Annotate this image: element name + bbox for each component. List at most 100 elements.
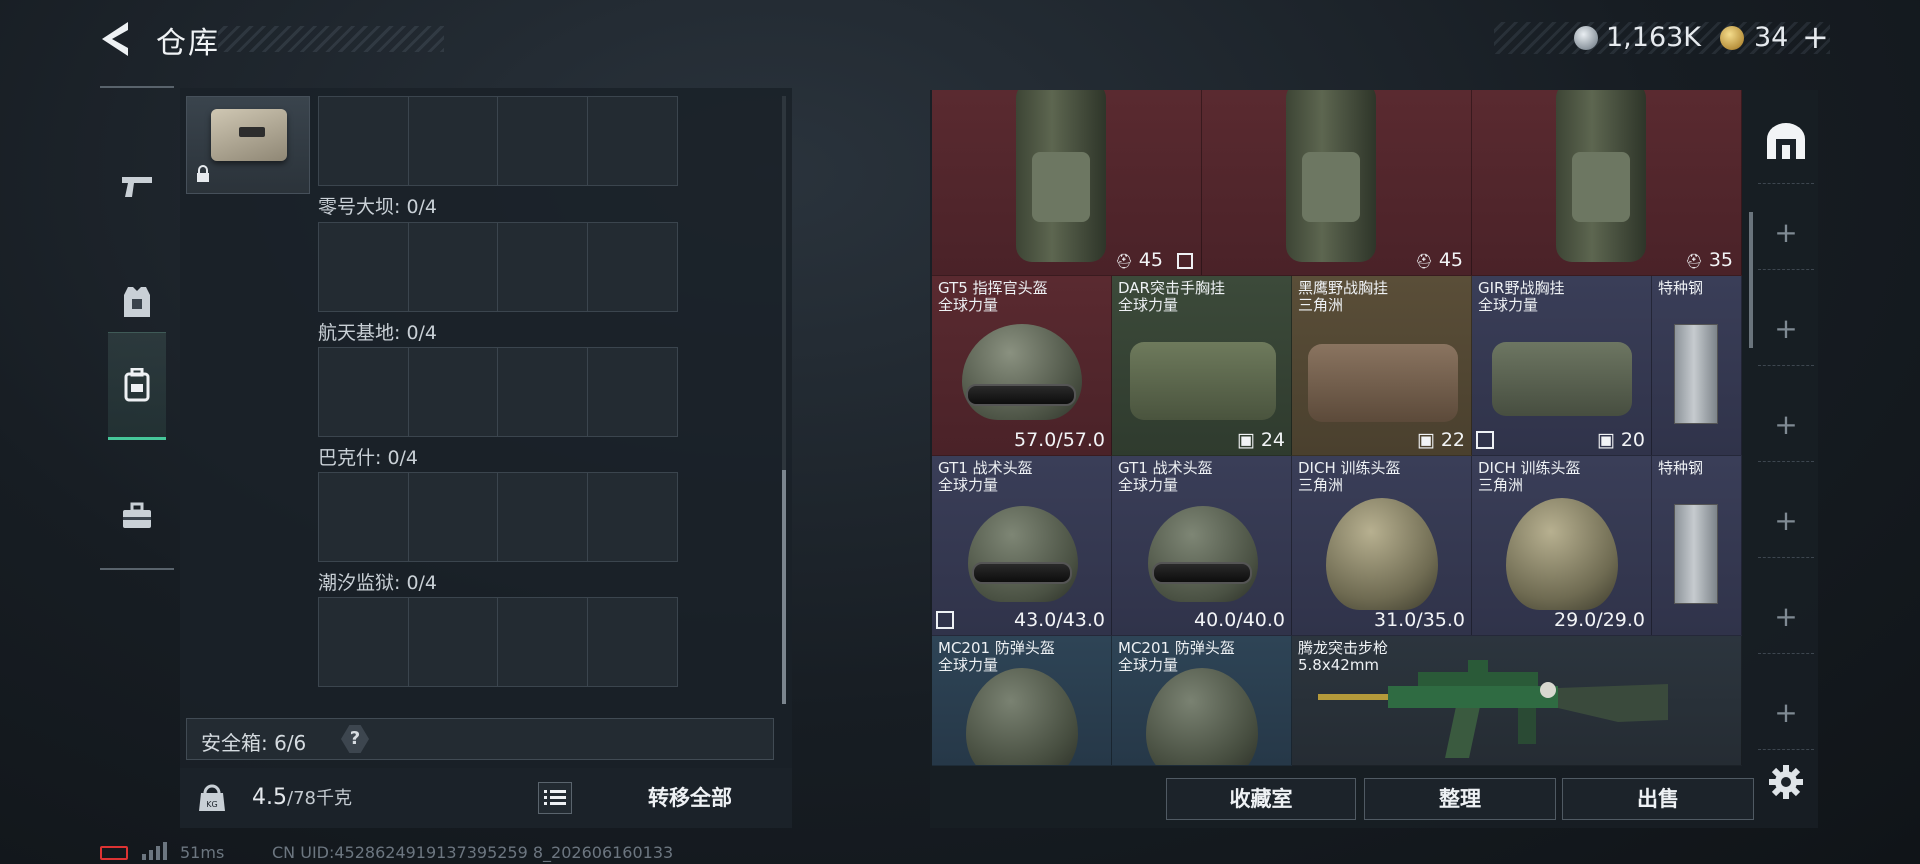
chest-rig-image — [1286, 90, 1376, 262]
page-title: 仓库 — [156, 26, 220, 61]
lock-icon — [195, 165, 211, 187]
inventory-item[interactable]: 特种钢 — [1652, 456, 1742, 636]
safe-box-bar: 安全箱: 6/6 ? — [186, 718, 774, 760]
sidebar-add-slot[interactable]: + — [1758, 196, 1814, 270]
help-button[interactable]: ? — [341, 725, 369, 753]
vault-icon — [1767, 122, 1805, 159]
slot-grid-3[interactable] — [318, 472, 678, 562]
nav-toolbox[interactable] — [108, 462, 166, 570]
gold-currency-value: 34 — [1754, 22, 1789, 53]
inventory-item[interactable]: DAR突击手胸挂 全球力量 ▣ 24 — [1112, 276, 1292, 456]
list-view-button[interactable] — [538, 782, 572, 814]
helmet-image — [968, 506, 1078, 602]
slot-label: 航天基地: 0/4 — [318, 322, 438, 344]
settings-button[interactable] — [1768, 764, 1804, 800]
item-stat: 35 — [1708, 249, 1733, 271]
item-faction: 三角洲 — [1298, 296, 1344, 314]
gear-icon — [1769, 765, 1803, 799]
item-name: GT5 指挥官头盔 — [938, 279, 1048, 297]
weight-max: /78千克 — [287, 788, 352, 809]
collection-room-button[interactable]: 收藏室 — [1166, 778, 1356, 820]
weight-current: 4.5 — [252, 785, 287, 810]
inventory-item[interactable]: 黑鹰野战胸挂 三角洲 ▣ 22 — [1292, 276, 1472, 456]
safe-case-image — [211, 109, 287, 161]
backpack-icon — [124, 368, 150, 402]
weight-value: 4.5/78千克 — [252, 784, 352, 810]
helmet-image — [1326, 498, 1438, 610]
inventory-item[interactable]: ⛑ 35 — [1472, 90, 1742, 276]
inventory-item[interactable]: GIR野战胸挂 全球力量 ▣ 20 — [1472, 276, 1652, 456]
no-insure-icon — [936, 611, 954, 629]
inventory-item[interactable]: MC201 防弹头盔 全球力量 — [1112, 636, 1292, 766]
chest-rig-image — [1492, 342, 1632, 416]
sell-button[interactable]: 出售 — [1562, 778, 1754, 820]
gold-coin-icon — [1720, 26, 1744, 50]
helmet-image — [1146, 668, 1258, 765]
item-name: GIR野战胸挂 — [1478, 279, 1565, 297]
helmet-image — [1148, 506, 1258, 602]
item-durability: 40.0/40.0 — [1193, 609, 1285, 631]
no-insure-icon — [1177, 252, 1193, 269]
inventory-scrollbar[interactable] — [1749, 212, 1753, 348]
container-sidebar: + + + + + + — [1754, 90, 1818, 766]
helmet-small-icon: ⛑ — [1684, 254, 1703, 270]
scrollbar-thumb[interactable] — [782, 470, 786, 704]
inventory-item[interactable]: DICH 训练头盔 三角洲 31.0/35.0 — [1292, 456, 1472, 636]
pistol-icon — [122, 177, 152, 197]
helmet-small-icon: ⛑ — [1114, 254, 1133, 270]
goggles-image — [966, 384, 1076, 406]
item-name: DICH 训练头盔 — [1298, 459, 1401, 477]
inventory-item[interactable]: GT1 战术头盔 全球力量 43.0/43.0 — [932, 456, 1112, 636]
safe-box-count: 安全箱: 6/6 — [201, 731, 307, 755]
slot-grid-4[interactable] — [318, 597, 678, 687]
sidebar-add-slot[interactable]: + — [1758, 292, 1814, 366]
steel-ingot-image — [1674, 324, 1718, 424]
item-name: GT1 战术头盔 — [1118, 459, 1213, 477]
item-faction: 三角洲 — [1478, 476, 1524, 494]
inventory-item[interactable]: 腾龙突击步枪 5.8x42mm — [1292, 636, 1742, 766]
no-insure-icon — [1476, 431, 1494, 449]
slot-grid-1[interactable] — [318, 222, 678, 312]
signal-icon — [142, 842, 170, 860]
sidebar-add-slot[interactable]: + — [1758, 484, 1814, 558]
inventory-grid[interactable]: ⛑ 45 ⛑ 45 ⛑ 35 GT5 指挥官头盔 全球力量 57.0/57.0 D… — [932, 90, 1742, 766]
nav-backpack[interactable] — [108, 332, 166, 440]
organize-button[interactable]: 整理 — [1364, 778, 1556, 820]
item-name: DAR突击手胸挂 — [1118, 279, 1225, 297]
item-name: 特种钢 — [1658, 459, 1704, 477]
inventory-item[interactable]: GT5 指挥官头盔 全球力量 57.0/57.0 — [932, 276, 1112, 456]
inventory-item[interactable]: DICH 训练头盔 三角洲 29.0/29.0 — [1472, 456, 1652, 636]
chest-rig-image — [1130, 342, 1276, 420]
transfer-all-button[interactable]: 转移全部 — [600, 778, 780, 818]
slot-grid-2[interactable] — [318, 347, 678, 437]
inventory-item[interactable]: MC201 防弹头盔 全球力量 — [932, 636, 1112, 766]
vest-icon — [124, 287, 150, 317]
item-durability: 31.0/35.0 — [1373, 609, 1465, 631]
inventory-item[interactable]: GT1 战术头盔 全球力量 40.0/40.0 — [1112, 456, 1292, 636]
item-capacity: 20 — [1620, 429, 1645, 451]
rifle-image — [1318, 660, 1668, 758]
inventory-item[interactable]: 特种钢 — [1652, 276, 1742, 456]
item-faction: 全球力量 — [1118, 296, 1179, 314]
back-button[interactable] — [98, 20, 138, 58]
list-icon — [544, 790, 566, 805]
helmet-small-icon: ⛑ — [1414, 254, 1433, 270]
sidebar-add-slot[interactable]: + — [1758, 580, 1814, 654]
toolbox-icon — [123, 502, 151, 528]
helmet-image — [966, 668, 1078, 765]
nav-weapons[interactable] — [108, 132, 166, 240]
inventory-item[interactable]: ⛑ 45 — [1202, 90, 1472, 276]
sidebar-add-slot[interactable]: + — [1758, 676, 1814, 750]
item-stat: 45 — [1138, 249, 1163, 271]
ping-value: 51ms — [180, 843, 225, 862]
chest-rig-image — [1016, 90, 1106, 262]
title-decoration — [218, 26, 444, 52]
slot-grid-0[interactable] — [318, 96, 678, 186]
inventory-item[interactable]: ⛑ 45 — [932, 90, 1202, 276]
safe-case-item[interactable] — [186, 96, 310, 194]
weight-icon-label: KG — [206, 800, 217, 809]
add-currency-button[interactable]: + — [1802, 18, 1829, 56]
item-stat: 45 — [1438, 249, 1463, 271]
sidebar-vault[interactable] — [1758, 98, 1814, 184]
sidebar-add-slot[interactable]: + — [1758, 388, 1814, 462]
